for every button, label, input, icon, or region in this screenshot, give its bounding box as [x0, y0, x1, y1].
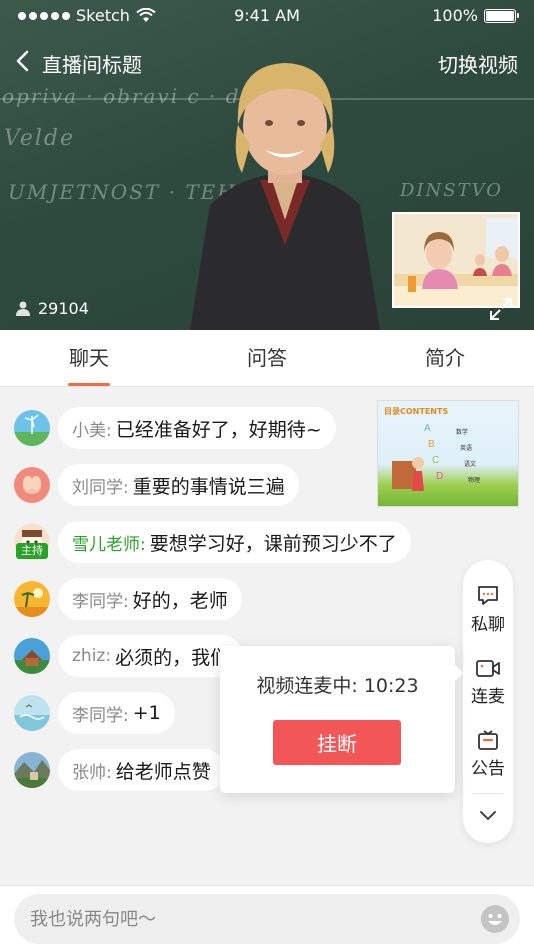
host-badge: 主持 [16, 543, 48, 559]
sender-name: 张帅: [72, 762, 112, 783]
video-camera-icon [476, 660, 500, 677]
svg-text:A: A [424, 423, 431, 434]
message-text: +1 [132, 702, 161, 724]
message-bubble: 李同学: 好的，老师 [58, 578, 242, 620]
status-right: 100% [432, 6, 519, 25]
chalk-writing: Velde [4, 126, 76, 151]
mic-connect-popup: 视频连麦中: 10:23 挂断 [220, 646, 463, 793]
chalk-writing: DINSTVO [400, 180, 504, 201]
message-bubble: zhiz: 必须的，我们 [58, 635, 244, 677]
svg-text:C: C [432, 455, 439, 466]
chat-message: 李同学: +1 [14, 691, 175, 735]
mic-connect-status: 视频连麦中: 10:23 [256, 675, 419, 697]
announcement-label: 公告 [471, 759, 505, 779]
input-bar [0, 885, 534, 950]
live-video[interactable]: opriva · obravi c · drek Velde UMJETNOST… [0, 0, 534, 330]
sender-name: 小美: [72, 420, 112, 441]
connect-mic-label: 连麦 [471, 687, 505, 707]
chat-message: 张帅: 给老师点赞 [14, 748, 225, 792]
sender-name: 雪儿老师: [72, 534, 146, 555]
slide-illustration: A B C D [392, 423, 443, 491]
chat-message: 小美: 已经准备好了，好期待~ [14, 406, 336, 450]
avatar[interactable] [14, 467, 50, 503]
announcement-button[interactable]: 公告 [463, 728, 513, 779]
tab-bar: 聊天 问答 简介 [0, 330, 534, 387]
svg-text:B: B [428, 439, 435, 450]
page-title: 直播间标题 [42, 53, 142, 77]
avatar[interactable] [14, 638, 50, 674]
chat-message: 雪儿老师: 要想学习好，课前预习少不了 [14, 520, 411, 564]
message-bubble: 李同学: +1 [58, 692, 175, 734]
sender-name: 李同学: [72, 591, 129, 612]
fullscreen-icon[interactable] [488, 296, 514, 322]
message-bubble: 小美: 已经准备好了，好期待~ [58, 407, 336, 449]
svg-text:D: D [436, 471, 443, 482]
chat-input[interactable] [14, 894, 520, 944]
tab-intro[interactable]: 简介 [356, 330, 534, 386]
viewer-count: 29104 [16, 299, 89, 318]
avatar[interactable] [14, 752, 50, 788]
avatar[interactable] [14, 695, 50, 731]
emoji-icon[interactable] [480, 904, 510, 934]
message-text: 要想学习好，课前预习少不了 [149, 532, 397, 555]
message-bubble: 刘同学: 重要的事情说三遍 [58, 464, 299, 506]
side-toolbar: 私聊 连麦 公告 [463, 560, 513, 843]
message-bubble: 张帅: 给老师点赞 [58, 749, 225, 791]
message-text: 重要的事情说三遍 [132, 475, 285, 498]
battery-percent: 100% [432, 6, 478, 25]
bulletin-icon [478, 730, 498, 750]
switch-video-button[interactable]: 切换视频 [438, 49, 518, 78]
person-icon [16, 301, 30, 316]
battery-icon [484, 8, 519, 23]
sender-name: zhiz: [72, 646, 112, 666]
chat-message: zhiz: 必须的，我们 [14, 634, 244, 678]
private-chat-button[interactable]: 私聊 [463, 584, 513, 635]
toolbar-divider [473, 793, 503, 794]
status-bar: Sketch 9:41 AM 100% [0, 0, 534, 32]
viewer-count-value: 29104 [38, 299, 89, 318]
message-bubble: 雪儿老师: 要想学习好，课前预习少不了 [58, 521, 411, 563]
pip-video[interactable] [392, 212, 520, 308]
chat-message: 刘同学: 重要的事情说三遍 [14, 463, 299, 507]
message-text: 好的，老师 [132, 589, 228, 612]
tab-qa[interactable]: 问答 [178, 330, 356, 386]
teacher-figure [190, 63, 380, 330]
chevron-down-icon [480, 811, 496, 821]
classroom-image [394, 214, 518, 306]
message-text: 已经准备好了，好期待~ [115, 418, 322, 441]
chat-message: 李同学: 好的，老师 [14, 577, 242, 621]
private-chat-label: 私聊 [471, 615, 505, 635]
nav-bar: 直播间标题 切换视频 [0, 40, 534, 84]
back-arrow-icon[interactable] [12, 48, 36, 74]
message-text: 必须的，我们 [115, 646, 230, 669]
sender-name: 刘同学: [72, 477, 129, 498]
avatar[interactable] [14, 581, 50, 617]
tab-chat[interactable]: 聊天 [0, 330, 178, 386]
chat-bubble-icon [478, 586, 498, 605]
avatar[interactable] [14, 410, 50, 446]
sender-name: 李同学: [72, 705, 129, 726]
more-button[interactable] [463, 808, 513, 822]
message-text: 给老师点赞 [115, 760, 211, 783]
hangup-button[interactable]: 挂断 [273, 720, 401, 765]
connect-mic-button[interactable]: 连麦 [463, 658, 513, 707]
slide-thumbnail[interactable]: 目录CONTENTS 数学 英语 语文 物理 A B C D [377, 400, 519, 507]
